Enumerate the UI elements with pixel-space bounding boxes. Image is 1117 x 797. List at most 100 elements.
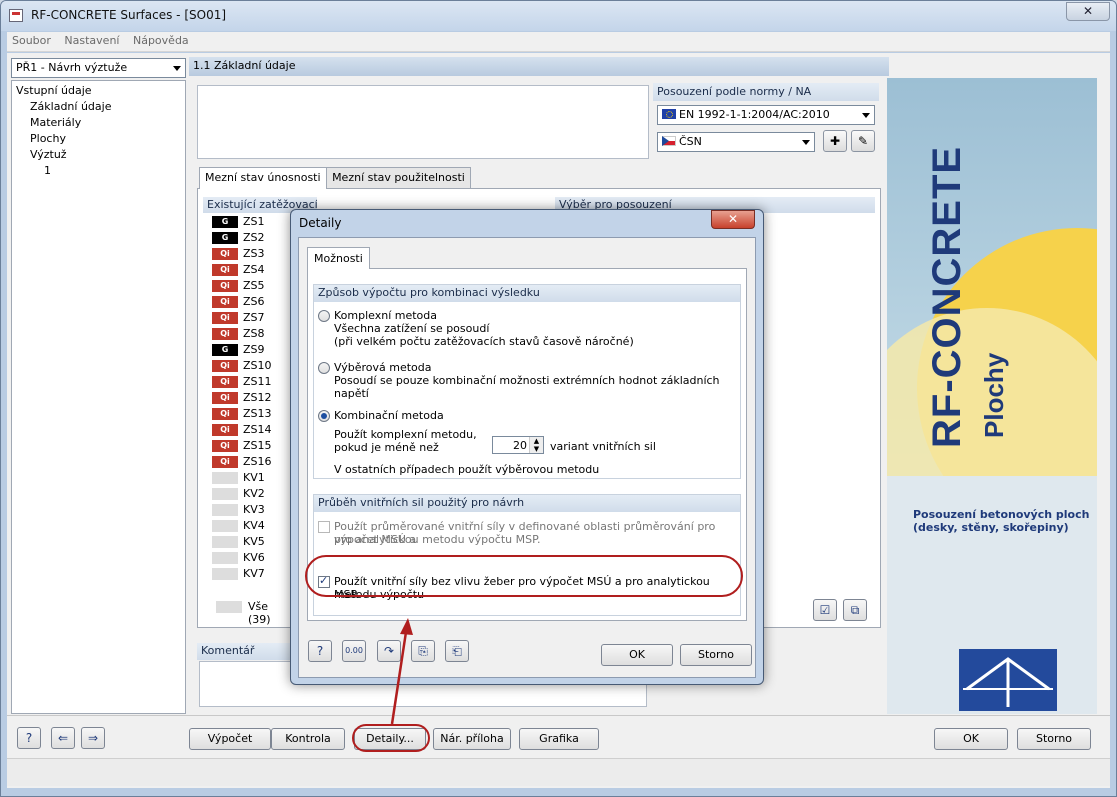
load-type-badge: Qi [212,392,238,404]
load-type-badge: Qi [212,456,238,468]
cancel-button[interactable]: Storno [1017,728,1091,750]
banner-title: RF-CONCRETE [925,145,969,448]
calculate-button[interactable]: Výpočet [189,728,271,750]
load-type-badge [212,504,238,516]
tab-options[interactable]: Možnosti [307,247,370,269]
app-icon [9,9,23,22]
product-banner: RF-CONCRETE Plochy Posouzení betonových … [887,78,1097,714]
dialog-help-button[interactable]: ? [308,640,332,662]
load-type-badge [212,472,238,484]
check-averaged-forces[interactable] [318,521,330,533]
load-case-name: ZS2 [243,231,265,244]
load-case-name: KV6 [243,551,265,564]
national-annex-button[interactable]: Nár. příloha ... [433,728,511,765]
dialog-cancel-button[interactable]: Storno [680,644,752,666]
decimal-places-button[interactable]: 0.00 [342,640,366,662]
variants-value: 20 [513,439,527,452]
design-case-combo[interactable]: PŘ1 - Návrh výztuže [11,58,186,78]
help-button[interactable]: ? [17,727,41,749]
limit-state-tabs: Mezní stav únosnosti Mezní stav použitel… [199,167,471,189]
bridge-logo-icon [959,649,1057,711]
load-document-icon: ⎘ [418,644,428,658]
chevron-down-icon [802,140,810,145]
tree-item-input-data[interactable]: Vstupní údaje [16,83,181,99]
details-dialog: Detaily ✕ Možnosti Způsob výpočtu pro ko… [290,209,764,685]
section-header: 1.1 Základní údaje [189,57,889,76]
status-bar [7,758,1110,786]
load-type-badge: Qi [212,312,238,324]
radio-selective-method[interactable] [318,362,330,374]
select-all-button[interactable]: ☑ [813,599,837,621]
load-case-name: ZS11 [243,375,272,388]
tree-item-reinforcement-1[interactable]: 1 [16,163,181,179]
edit-annex-button[interactable]: ✎ [851,130,875,152]
radio-combination-method[interactable] [318,410,330,422]
load-type-badge: Qi [212,280,238,292]
save-document-icon: ⎗ [452,644,462,658]
new-document-icon: ✚ [829,134,841,148]
load-type-badge: Qi [212,296,238,308]
tree-item-reinforcement[interactable]: Výztuž [16,147,181,163]
banner-subtitle: Plochy [979,352,1009,438]
graphics-button[interactable]: Grafika [519,728,599,750]
import-button[interactable]: ⇐ [51,727,75,749]
radio-complex-method[interactable] [318,310,330,322]
tree-item-basic-data[interactable]: Základní údaje [16,99,181,115]
reset-button[interactable]: ↷ [377,640,401,662]
load-type-badge: Qi [212,408,238,420]
load-case-name: ZS7 [243,311,265,324]
spinner-arrows-icon[interactable]: ▲ ▼ [529,437,543,453]
tab-sls[interactable]: Mezní stav použitelnosti [326,167,471,188]
combination-line2: pokud je méně než [334,441,439,454]
load-type-badge: Qi [212,440,238,452]
annotation-oval-details [352,724,430,752]
load-case-name: ZS3 [243,247,265,260]
variants-suffix: variant vnitřních sil [550,440,656,453]
chevron-down-icon [862,113,870,118]
load-case-name: KV3 [243,503,265,516]
selective-method-desc: Posoudí se pouze kombinační možnosti ext… [334,374,720,400]
edit-icon: ✎ [857,134,869,148]
navigator-tree: Vstupní údaje Základní údaje Materiály P… [11,80,186,714]
load-case-name: ZS12 [243,391,272,404]
menu-nastaveni[interactable]: Nastavení [59,32,124,49]
export-icon: ⇒ [87,731,99,745]
window-close-button[interactable]: ✕ [1066,2,1110,21]
load-type-badge: G [212,232,238,244]
complex-method-desc1: Všechna zatížení se posoudí [334,322,490,335]
dialog-close-button[interactable]: ✕ [711,210,755,229]
standard-combo[interactable]: EN 1992-1-1:2004/AC:2010 [657,105,875,125]
ok-button[interactable]: OK [934,728,1008,750]
load-type-badge: Qi [212,360,238,372]
select-filter-button[interactable]: ⧉ [843,599,867,621]
dialog-ok-button[interactable]: OK [601,644,673,666]
menu-napoveda[interactable]: Nápověda [128,32,194,49]
variants-spinner[interactable]: 20 ▲ ▼ [492,436,544,454]
export-button[interactable]: ⇒ [81,727,105,749]
menu-soubor[interactable]: Soubor [7,32,56,49]
tree-item-materials[interactable]: Materiály [16,115,181,131]
load-type-badge [212,488,238,500]
chevron-down-icon [173,66,181,71]
load-case-name: KV7 [243,567,265,580]
load-type-badge: Qi [212,376,238,388]
load-case-name: KV5 [243,535,265,548]
tab-uls[interactable]: Mezní stav únosnosti [199,167,327,189]
load-settings-button[interactable]: ⎘ [411,640,435,662]
selective-method-label: Výběrová metoda [334,361,432,374]
select-all-item[interactable]: Vše (39) [212,598,292,626]
load-case-name: KV2 [243,487,265,500]
check-list-icon: ☑ [819,603,831,617]
load-type-badge: G [212,344,238,356]
load-type-badge: Qi [212,248,238,260]
new-annex-button[interactable]: ✚ [823,130,847,152]
description-field[interactable] [197,85,649,159]
filter-list-icon: ⧉ [850,603,860,617]
save-settings-button[interactable]: ⎗ [445,640,469,662]
national-annex-combo[interactable]: ČSN [657,132,815,152]
bottom-toolbar: ? ⇐ ⇒ Výpočet Kontrola Detaily... Nár. p… [7,715,1110,765]
tree-item-surfaces[interactable]: Plochy [16,131,181,147]
help-icon: ? [316,644,324,658]
cz-flag-icon [662,136,676,146]
check-button[interactable]: Kontrola [271,728,345,750]
